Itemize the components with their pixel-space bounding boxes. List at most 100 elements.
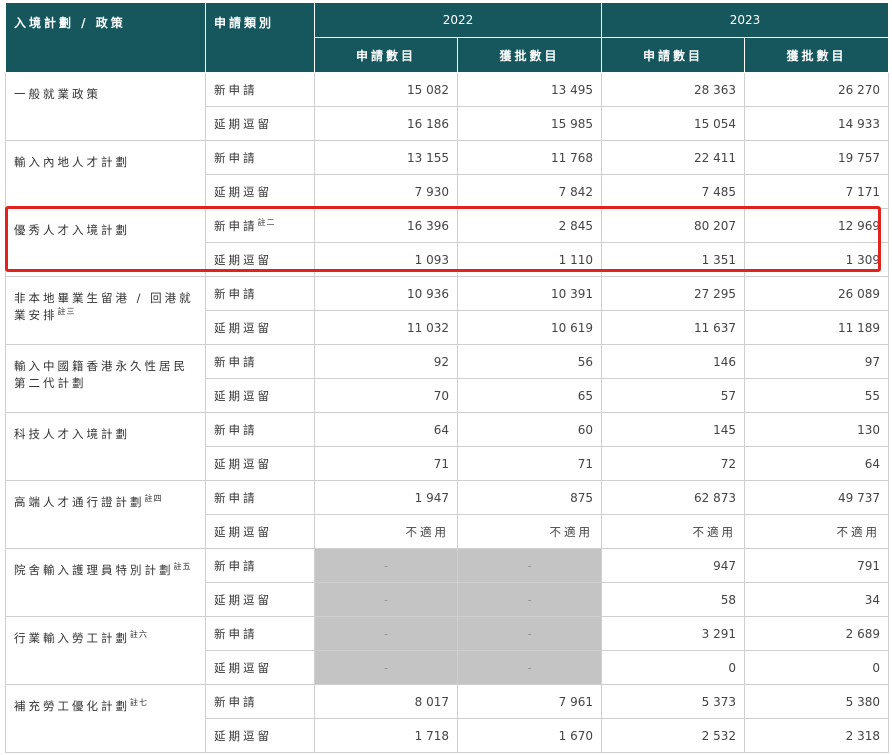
scheme-name: 輸入中國籍香港永久性居民第二代計劃 — [14, 359, 188, 390]
value-cell: 0 — [744, 650, 890, 685]
application-type: 延期逗留 — [214, 660, 272, 675]
scheme-name-cell: 優秀人才入境計劃 — [5, 208, 206, 277]
application-type-cell: 延期逗留 — [205, 378, 315, 413]
application-type-cell: 新申請 — [205, 480, 315, 515]
not-applicable-cell: - — [314, 650, 458, 685]
header-applications-2022: 申請數目 — [314, 37, 458, 73]
value-cell: 10 391 — [456, 276, 603, 311]
application-type-cell: 新申請 — [205, 276, 315, 311]
table-row: 院舍輸入護理員特別計劃註五 新申請 - -947 791 — [5, 548, 890, 617]
scheme-name-cell: 行業輸入勞工計劃註六 — [5, 616, 206, 685]
value-cell: 16 186 — [314, 106, 458, 141]
value-cell: 5 380 — [744, 684, 890, 719]
value-cell: 2 689 — [744, 616, 890, 651]
application-type: 新申請 — [214, 150, 258, 165]
application-type-cell: 新申請 — [205, 344, 315, 379]
application-type-cell: 新申請 — [205, 548, 315, 583]
scheme-name-cell: 高端人才通行證計劃註四 — [5, 480, 206, 549]
value-cell: 58 — [601, 582, 746, 617]
scheme-name-cell: 補充勞工優化計劃註七 — [5, 684, 206, 753]
data-table-wrapper: 入境計劃 / 政策 申請類別 2022 2023 申請數目 獲批數目 申請數目 … — [5, 2, 890, 753]
application-type: 延期逗留 — [214, 116, 272, 131]
application-type: 延期逗留 — [214, 252, 272, 267]
table-row: 非本地畢業生留港 / 回港就業安排註三 新申請 10 936 10 391 27 295… — [5, 276, 890, 345]
value-cell: 13 155 — [314, 140, 458, 175]
application-type: 新申請 — [214, 218, 258, 233]
application-type-cell: 新申請註二 — [205, 208, 315, 243]
not-applicable-cell: - — [314, 548, 458, 583]
header-applications-2023: 申請數目 — [601, 37, 746, 73]
value-cell: 72 — [601, 446, 746, 481]
scheme-name-cell: 輸入內地人才計劃 — [5, 140, 206, 209]
value-cell: 1 718 — [314, 718, 458, 753]
scheme-name: 一般就業政策 — [14, 87, 101, 101]
value-cell: 7 485 — [601, 174, 746, 209]
application-type: 延期逗留 — [214, 728, 272, 743]
value-cell: 7 842 — [456, 174, 603, 209]
application-type: 新申請 — [214, 694, 258, 709]
value-cell: 0 — [601, 650, 746, 685]
value-cell: 62 873 — [601, 480, 746, 515]
value-cell: 10 619 — [456, 310, 603, 345]
application-type-cell: 延期逗留 — [205, 514, 315, 549]
value-cell: 65 — [456, 378, 603, 413]
scheme-note: 註六 — [130, 630, 148, 640]
application-type: 延期逗留 — [214, 524, 272, 539]
application-type-cell: 延期逗留 — [205, 650, 315, 685]
value-cell: 1 110 — [456, 242, 603, 277]
scheme-note: 註五 — [173, 562, 192, 572]
header-approvals-2023: 獲批數目 — [744, 37, 890, 73]
value-cell: 1 351 — [601, 242, 746, 277]
application-type-cell: 新申請 — [205, 72, 315, 107]
value-cell: 27 295 — [601, 276, 746, 311]
value-cell: 16 396 — [314, 208, 458, 243]
scheme-name-cell: 輸入中國籍香港永久性居民第二代計劃 — [5, 344, 206, 413]
not-applicable-cell: - — [456, 616, 603, 651]
value-cell: 875 — [456, 480, 603, 515]
value-cell: 57 — [601, 378, 746, 413]
application-type-cell: 新申請 — [205, 616, 315, 651]
value-cell: 11 637 — [601, 310, 746, 345]
value-cell: 11 768 — [456, 140, 603, 175]
value-cell: 7 171 — [744, 174, 890, 209]
value-cell: 92 — [314, 344, 458, 379]
application-type-note: 註二 — [257, 217, 276, 227]
value-cell: 3 291 — [601, 616, 746, 651]
application-type: 新申請 — [214, 422, 258, 437]
application-type: 新申請 — [214, 286, 258, 301]
application-type: 新申請 — [214, 626, 258, 641]
value-cell: 71 — [456, 446, 603, 481]
table-row: 輸入中國籍香港永久性居民第二代計劃 新申請 92 56 146 97 — [5, 344, 890, 413]
value-cell: 不適用 — [744, 514, 890, 549]
application-type: 新申請 — [214, 82, 258, 97]
value-cell: 97 — [744, 344, 890, 379]
header-year-2022: 2022 — [313, 2, 603, 38]
value-cell: 11 032 — [314, 310, 458, 345]
value-cell: 7 930 — [314, 174, 458, 209]
value-cell: 11 189 — [744, 310, 890, 345]
value-cell: 1 309 — [744, 242, 890, 277]
value-cell: 947 — [601, 548, 746, 583]
scheme-name: 優秀人才入境計劃 — [14, 223, 130, 237]
value-cell: 145 — [601, 412, 746, 447]
value-cell: 不適用 — [601, 514, 746, 549]
table-row: 補充勞工優化計劃註七 新申請 8 017 7 961 5 373 5 380 — [5, 684, 890, 753]
application-type: 新申請 — [214, 354, 258, 369]
scheme-note: 註三 — [57, 307, 76, 317]
value-cell: 15 054 — [601, 106, 746, 141]
not-applicable-cell: - — [456, 582, 603, 617]
application-type-cell: 延期逗留 — [205, 446, 315, 481]
value-cell: 19 757 — [744, 140, 890, 175]
header-scheme: 入境計劃 / 政策 — [5, 2, 206, 73]
application-type-cell: 延期逗留 — [205, 582, 315, 617]
value-cell: 26 270 — [744, 72, 890, 107]
value-cell: 2 318 — [744, 718, 890, 753]
value-cell: 5 373 — [601, 684, 746, 719]
header-approvals-2022: 獲批數目 — [456, 37, 603, 73]
header-year-2023: 2023 — [601, 2, 890, 38]
header-type: 申請類別 — [205, 2, 315, 73]
not-applicable-cell: - — [456, 650, 603, 685]
application-type: 延期逗留 — [214, 320, 272, 335]
application-type-cell: 延期逗留 — [205, 242, 315, 277]
application-type: 延期逗留 — [214, 388, 272, 403]
